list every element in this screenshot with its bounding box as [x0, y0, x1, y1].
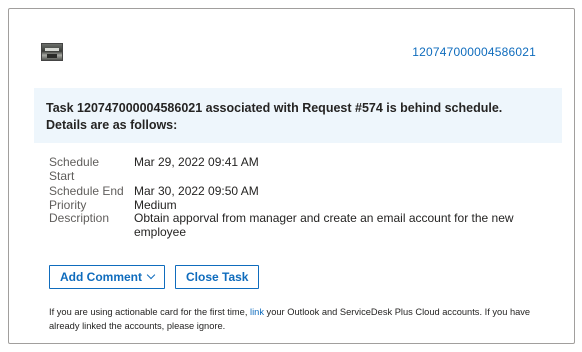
detail-row-description: Description Obtain apporval from manager…	[49, 211, 534, 239]
details-table: Schedule Start Mar 29, 2022 09:41 AM Sch…	[49, 155, 534, 239]
link-accounts-link[interactable]: link	[250, 307, 264, 317]
add-comment-label: Add Comment	[60, 270, 142, 284]
detail-label: Schedule End	[49, 184, 124, 198]
detail-label: Description	[49, 211, 110, 225]
detail-value: Mar 29, 2022 09:41 AM	[134, 155, 259, 169]
footer-text-before: If you are using actionable card for the…	[49, 307, 251, 317]
close-task-button[interactable]: Close Task	[175, 265, 260, 289]
banner-line-1: Task 120747000004586021 associated with …	[46, 101, 503, 115]
banner-line-2: Details are as follows:	[46, 118, 178, 132]
detail-row-schedule-start: Schedule Start Mar 29, 2022 09:41 AM	[49, 155, 534, 183]
detail-row-schedule-end: Schedule End Mar 30, 2022 09:50 AM	[49, 184, 534, 199]
detail-value: Mar 30, 2022 09:50 AM	[134, 184, 259, 198]
footer-note: If you are using actionable card for the…	[49, 305, 549, 333]
detail-label: Schedule Start	[49, 155, 100, 183]
chevron-down-icon	[146, 270, 156, 280]
actionable-card: 120747000004586021 Task 1207470000045860…	[8, 8, 575, 344]
task-id-link[interactable]: 120747000004586021	[412, 45, 536, 59]
detail-value: Obtain apporval from manager and create …	[134, 211, 514, 239]
task-thumbnail-image	[41, 43, 63, 61]
detail-row-priority: Priority Medium	[49, 197, 534, 213]
schedule-banner: Task 120747000004586021 associated with …	[34, 88, 562, 143]
detail-value: Medium	[134, 197, 177, 212]
add-comment-button[interactable]: Add Comment	[49, 265, 165, 289]
close-task-label: Close Task	[186, 270, 249, 284]
action-buttons: Add Comment Close Task	[49, 265, 260, 289]
detail-label: Priority	[49, 197, 87, 212]
